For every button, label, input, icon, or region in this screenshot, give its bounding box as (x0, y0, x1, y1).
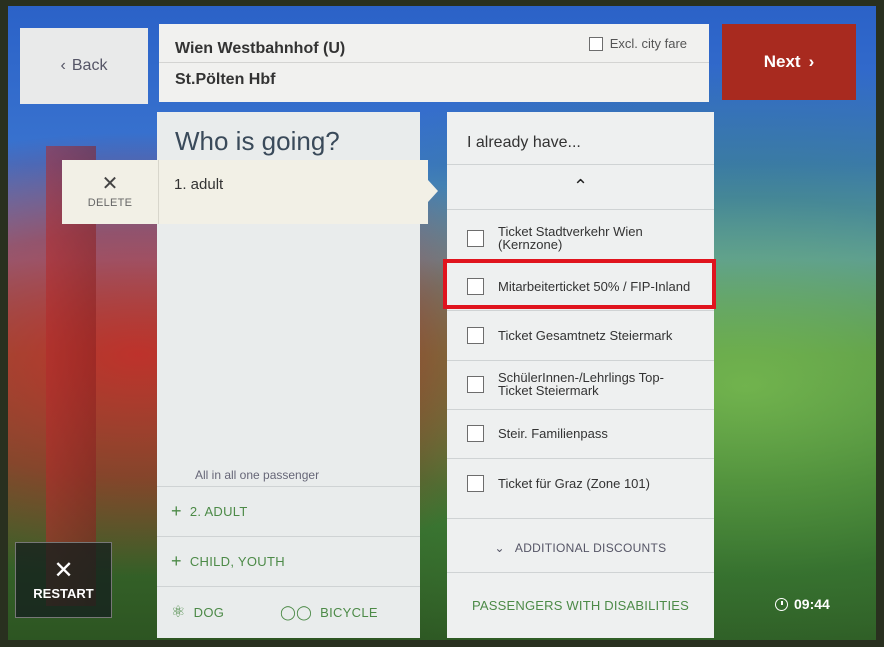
option-label: Steir. Familienpass (498, 425, 608, 441)
divider (447, 572, 714, 573)
next-label: Next (763, 52, 801, 71)
dog-icon: ⚛ (171, 604, 186, 621)
checkbox-icon[interactable] (467, 424, 484, 442)
option-label: Ticket für Graz (Zone 101) (498, 475, 650, 491)
bezel (0, 0, 884, 6)
discount-option[interactable]: Ticket Gesamtnetz Steiermark (447, 310, 714, 360)
close-icon: ✕ (101, 173, 119, 195)
chevron-left-icon: ‹ (60, 57, 66, 74)
chevron-down-icon: ⌄ (494, 541, 505, 555)
clock-icon (775, 597, 788, 611)
route-box: Wien Westbahnhof (U) St.Pölten Hbf Excl.… (159, 24, 709, 102)
checkbox-icon[interactable] (467, 229, 484, 247)
time-label: 09:44 (794, 596, 830, 612)
additional-discounts-button[interactable]: ⌄ ADDITIONAL DISCOUNTS (447, 522, 714, 574)
additional-discounts-label: ADDITIONAL DISCOUNTS (514, 541, 667, 555)
add-child-youth-button[interactable]: + CHILD, YOUTH (157, 536, 420, 586)
clock: 09:44 (775, 596, 830, 612)
passenger-label: 1. adult (174, 176, 224, 193)
panel-title: Who is going? (175, 126, 340, 156)
disabilities-label: PASSENGERS WITH DISABILITIES (471, 597, 689, 613)
plus-icon: + (171, 501, 182, 521)
discount-cards-panel: I already have... ⌃ Ticket Stadtverkehr … (447, 112, 714, 638)
scroll-up-button[interactable]: ⌃ (447, 164, 714, 209)
excl-city-fare-label: Excl. city fare (609, 36, 687, 51)
extras-row: ⚛ DOG ◯◯ BICYCLE (157, 586, 420, 637)
chevron-up-icon: ⌃ (572, 176, 589, 196)
checkbox-icon[interactable] (467, 326, 484, 344)
selection-pointer (428, 180, 438, 202)
plus-icon: + (171, 551, 182, 571)
bezel (0, 640, 884, 647)
bezel (876, 0, 884, 647)
close-icon: ✕ (53, 556, 74, 584)
highlight-box (443, 259, 716, 309)
option-label: Ticket Stadtverkehr Wien (Kernzone) (498, 224, 643, 252)
bezel (0, 0, 8, 647)
next-button[interactable]: Next › (722, 24, 856, 100)
dog-label: DOG (193, 604, 225, 620)
option-label: SchülerInnen-/Lehrlings Top-Ticket Steie… (498, 370, 664, 398)
restart-label: RESTART (33, 585, 94, 601)
option-label: Ticket Gesamtnetz Steiermark (498, 327, 673, 343)
back-label: Back (71, 57, 108, 74)
discount-option[interactable]: Ticket für Graz (Zone 101) (447, 458, 714, 508)
add-bicycle-button[interactable]: ◯◯ BICYCLE (280, 604, 378, 621)
origin-station: Wien Westbahnhof (U) (175, 40, 346, 57)
add-child-youth-label: CHILD, YOUTH (189, 554, 285, 569)
add-dog-button[interactable]: ⚛ DOG (171, 602, 224, 622)
passenger-row[interactable]: ✕ DELETE 1. adult (62, 160, 438, 224)
add-adult-label: 2. ADULT (189, 504, 248, 519)
divider (447, 518, 714, 519)
restart-button[interactable]: ✕ RESTART (15, 542, 112, 618)
bicycle-icon: ◯◯ (280, 603, 313, 620)
destination-station: St.Pölten Hbf (175, 71, 276, 88)
divider (159, 62, 709, 63)
delete-passenger-button[interactable]: ✕ DELETE (62, 160, 159, 224)
bicycle-label: BICYCLE (320, 604, 378, 620)
passenger-summary: All in all one passenger (195, 468, 320, 482)
discount-option[interactable]: Ticket Stadtverkehr Wien (Kernzone) (447, 213, 714, 263)
checkbox-icon[interactable] (467, 474, 484, 492)
excl-city-fare-toggle[interactable]: Excl. city fare (588, 36, 687, 51)
discount-option[interactable]: Steir. Familienpass (447, 408, 714, 458)
discount-option[interactable]: SchülerInnen-/Lehrlings Top-Ticket Steie… (447, 359, 714, 409)
panel-title: I already have... (467, 134, 581, 151)
chevron-right-icon: › (808, 52, 815, 71)
passengers-with-disabilities-button[interactable]: PASSENGERS WITH DISABILITIES (447, 574, 714, 636)
checkbox-icon[interactable] (588, 36, 603, 51)
delete-label: DELETE (87, 197, 133, 209)
checkbox-icon[interactable] (467, 375, 484, 393)
divider (447, 209, 714, 210)
add-adult-button[interactable]: + 2. ADULT (157, 486, 420, 536)
back-button[interactable]: ‹ Back (20, 28, 148, 104)
